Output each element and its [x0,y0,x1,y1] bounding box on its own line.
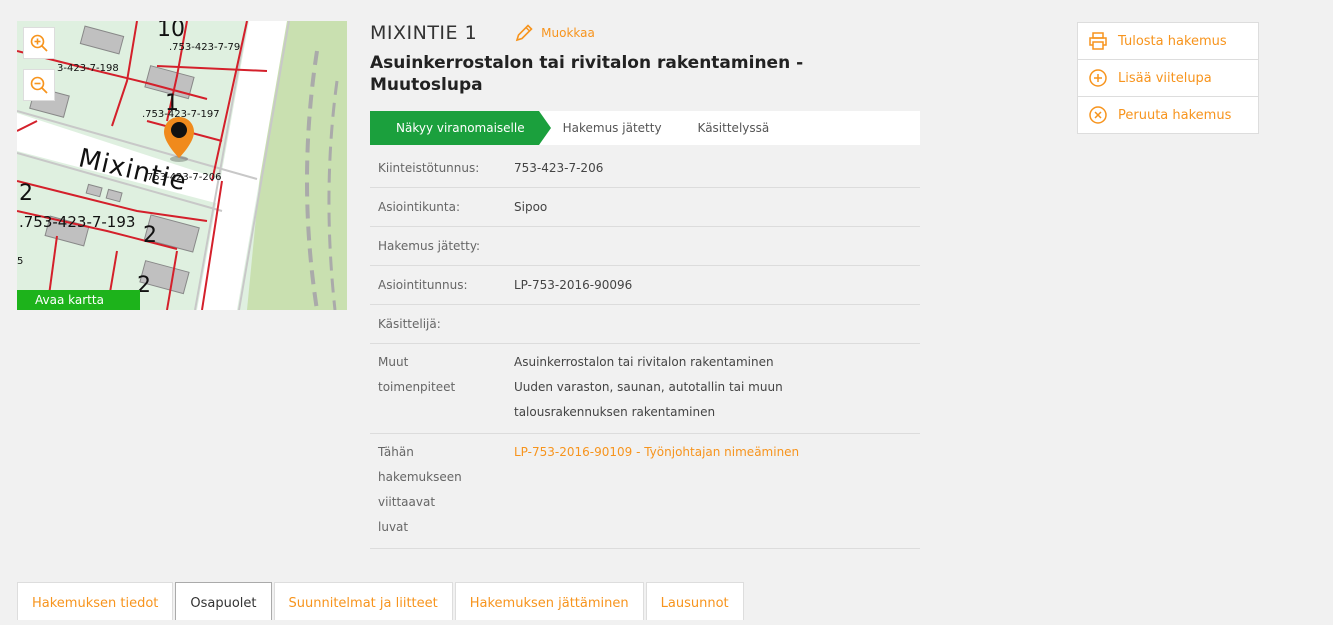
map-house-number: 2 [19,181,33,206]
tab-parties[interactable]: Osapuolet [175,582,272,620]
info-row-case-id: Asiointitunnus: LP-753-2016-90096 [370,266,920,305]
info-value: Sipoo [514,199,548,214]
info-row-municipality: Asiointikunta: Sipoo [370,188,920,227]
application-actions: Tulosta hakemus Lisää viitelupa Peruuta … [1077,22,1259,134]
info-label: Kiinteistötunnus: [378,161,480,175]
info-label: Muut toimenpiteet [378,355,456,394]
action-label: Peruuta hakemus [1118,107,1232,123]
zoom-in-button[interactable] [23,27,55,59]
zoom-out-button[interactable] [23,69,55,101]
print-application-button[interactable]: Tulosta hakemus [1078,23,1258,60]
info-value: LP-753-2016-90096 [514,277,633,292]
map-house-number: 2 [143,223,157,248]
linked-permit-link[interactable]: LP-753-2016-90109 - Työnjohtajan nimeämi… [514,445,799,459]
edit-label: Muokkaa [541,26,595,40]
tab-statements[interactable]: Lausunnot [645,582,744,620]
status-step: Hakemus jätetty [562,121,662,135]
info-value: Asuinkerrostalon tai rivitalon rakentami… [514,350,834,425]
application-tabs: Hakemuksen tiedot Osapuolet Suunnitelmat… [17,582,746,620]
other-operation: Uuden varaston, saunan, autotallin tai m… [514,380,783,419]
info-row-linked-permits: Tähän hakemukseen viittaavat luvat LP-75… [370,434,920,549]
info-label: Käsittelijä: [378,316,441,331]
info-label: Asiointitunnus: [378,277,468,292]
add-reference-permit-button[interactable]: Lisää viitelupa [1078,60,1258,97]
info-label: Hakemus jätetty: [378,238,481,253]
open-map-button[interactable]: Avaa kartta [17,290,140,310]
info-row-property-id: Kiinteistötunnus: 753-423-7-206 [370,150,920,188]
edit-link[interactable]: Muokkaa [513,22,595,44]
info-value: 753-423-7-206 [514,161,604,175]
cancel-application-button[interactable]: Peruuta hakemus [1078,97,1258,133]
tab-submit-application[interactable]: Hakemuksen jättäminen [454,582,644,620]
info-label: Tähän hakemukseen viittaavat luvat [378,445,462,534]
other-operation: Asuinkerrostalon tai rivitalon rakentami… [514,355,774,369]
info-row-submitted: Hakemus jätetty: [370,227,920,266]
tab-plans-attachments[interactable]: Suunnitelmat ja liitteet [273,582,453,620]
location-pin-icon [164,117,194,162]
print-icon [1089,32,1107,50]
property-map[interactable]: .753-423-7-79 3-423-7-198 .753-423-7-197… [17,21,347,310]
map-house-number: 1 [165,91,179,116]
map-parcel-label: .753-423-7-79 [169,42,241,53]
tab-application-info[interactable]: Hakemuksen tiedot [17,582,174,620]
info-value: LP-753-2016-90109 - Työnjohtajan nimeämi… [514,440,920,540]
map-parcel-label: 3-423-7-198 [57,63,119,74]
info-row-other-operations: Muut toimenpiteet Asuinkerrostalon tai r… [370,344,920,434]
zoom-in-icon [30,34,48,52]
status-step: Käsittelyssä [697,121,770,135]
add-circle-icon [1089,69,1107,87]
operation-title: Asuinkerrostalon tai rivitalon rakentami… [370,53,804,95]
application-info-table: Kiinteistötunnus: 753-423-7-206 Asiointi… [370,150,920,549]
status-progress: Näkyy viranomaiselle Hakemus jätetty Käs… [370,111,920,145]
cancel-circle-icon [1089,106,1107,124]
map-house-number: 5 [17,256,24,267]
map-parcel-label: .753-423-7-193 [19,213,136,231]
street-address: MIXINTIE 1 [370,22,478,44]
info-label: Asiointikunta: [378,199,461,214]
action-label: Lisää viitelupa [1118,70,1212,86]
info-row-handler: Käsittelijä: [370,305,920,344]
map-house-number: 10 [157,21,185,42]
title-row: MIXINTIE 1 Muokkaa [370,22,595,44]
zoom-out-icon [30,76,48,94]
status-step-active: Näkyy viranomaiselle [370,111,551,145]
action-label: Tulosta hakemus [1118,33,1227,49]
pencil-icon [515,24,533,42]
